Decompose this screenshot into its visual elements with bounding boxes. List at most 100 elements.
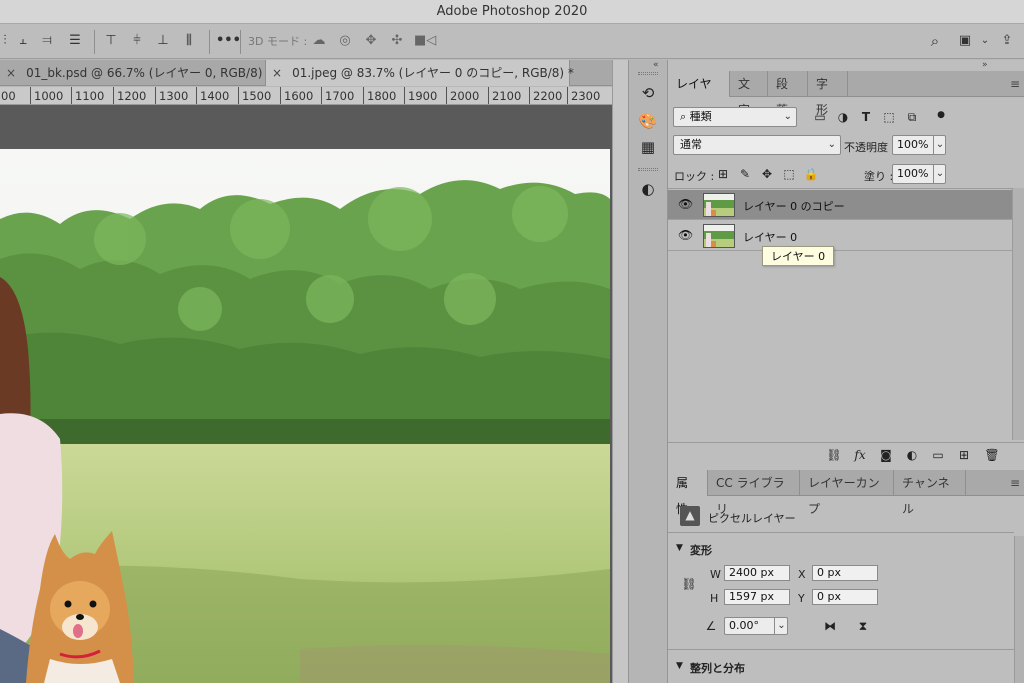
- opacity-label: 不透明度 :: [844, 141, 896, 154]
- grip-handle[interactable]: [638, 72, 658, 75]
- adjustment-layer-icon[interactable]: ◐: [904, 447, 920, 463]
- options-bar: ⫶ ⫠ ⫤ ☰ ⊤ ⫩ ⊥ ⫼ ••• 3D モード : ☁ ◎ ✥ ✣ ■◁ …: [0, 24, 1024, 59]
- filter-smart-object-icon[interactable]: ⧉: [903, 108, 921, 126]
- eye-icon[interactable]: 👁: [678, 197, 693, 211]
- tab-paragraph[interactable]: 段落: [768, 71, 808, 117]
- new-layer-icon[interactable]: ⊞: [956, 447, 972, 463]
- tab-cc-libraries[interactable]: CC ライブラリ: [708, 470, 800, 516]
- align-right-icon[interactable]: ⫤: [38, 32, 56, 50]
- more-options-icon[interactable]: •••: [216, 32, 241, 50]
- filter-pixel-icon[interactable]: ▭: [811, 108, 829, 126]
- chevron-down-icon[interactable]: ⌄: [976, 32, 994, 50]
- share-icon[interactable]: ⇪: [998, 32, 1016, 50]
- flip-horizontal-icon[interactable]: ⧓: [821, 617, 839, 635]
- align-hcenter-icon[interactable]: ⫠: [14, 32, 32, 50]
- slide-3d-icon[interactable]: ✣: [388, 32, 406, 50]
- trash-icon[interactable]: 🗑: [984, 447, 1000, 463]
- pan-3d-icon[interactable]: ✥: [362, 32, 380, 50]
- color-palette-icon[interactable]: 🎨: [637, 110, 659, 132]
- layer-row[interactable]: 👁 レイヤー 0 のコピー: [668, 190, 1012, 220]
- distribute-v-icon[interactable]: ⫼: [180, 32, 198, 50]
- roll-3d-icon[interactable]: ◎: [336, 32, 354, 50]
- properties-scrollbar[interactable]: [1014, 536, 1024, 683]
- chevron-down-icon: ⌄: [933, 136, 946, 154]
- workspace-icon[interactable]: ▣: [956, 32, 974, 50]
- ruler-tick: 1100: [71, 87, 104, 104]
- search-icon[interactable]: ⌕: [926, 32, 944, 50]
- tab-doc-01-bk[interactable]: × 01_bk.psd @ 66.7% (レイヤー 0, RGB/8) *: [0, 60, 272, 86]
- y-label: Y: [798, 592, 805, 605]
- filter-shape-icon[interactable]: ⬚: [880, 108, 898, 126]
- lock-all-icon[interactable]: 🔒: [802, 165, 820, 183]
- lock-artboard-icon[interactable]: ⬚: [780, 165, 798, 183]
- layer-row[interactable]: 👁 レイヤー 0: [668, 221, 1012, 251]
- mode-3d-label: 3D モード :: [248, 35, 308, 48]
- align-vcenter-icon[interactable]: ⫩: [128, 32, 146, 50]
- panel-menu-icon[interactable]: ≡: [1010, 476, 1020, 490]
- layers-scrollbar[interactable]: [1012, 188, 1024, 440]
- x-field[interactable]: 0 px: [812, 565, 878, 581]
- canvas-area[interactable]: [0, 105, 612, 683]
- lock-transparent-icon[interactable]: ⊞: [714, 165, 732, 183]
- tab-channels[interactable]: チャンネル: [894, 470, 966, 516]
- close-icon[interactable]: ×: [272, 66, 282, 80]
- angle-field[interactable]: 0.00° ⌄: [724, 617, 788, 635]
- flip-vertical-icon[interactable]: ⧗: [854, 617, 872, 635]
- add-mask-icon[interactable]: ◙: [878, 447, 894, 463]
- pixel-layer-icon: ▲: [680, 506, 700, 526]
- link-layers-icon[interactable]: ⛓: [826, 447, 842, 463]
- eye-icon[interactable]: 👁: [678, 228, 693, 242]
- orbit-3d-icon[interactable]: ☁: [310, 32, 328, 50]
- layer-tooltip: レイヤー 0: [762, 246, 835, 266]
- align-bottom-icon[interactable]: ⊥: [154, 32, 172, 50]
- y-field[interactable]: 0 px: [812, 589, 878, 605]
- grip-handle[interactable]: [638, 168, 658, 171]
- vertical-scrollbar[interactable]: [612, 60, 628, 683]
- close-icon[interactable]: ×: [6, 66, 16, 80]
- window-title-bar: Adobe Photoshop 2020: [0, 0, 1024, 24]
- group-folder-icon[interactable]: ▭: [930, 447, 946, 463]
- layer-name[interactable]: レイヤー 0 のコピー: [743, 198, 845, 214]
- tab-glyphs[interactable]: 字形: [808, 71, 848, 117]
- chevron-down-icon[interactable]: ▼: [676, 543, 683, 553]
- scale-3d-icon[interactable]: ■◁: [414, 32, 436, 50]
- width-field[interactable]: 2400 px: [724, 565, 790, 581]
- divider: [668, 188, 1012, 189]
- properties-panel-tabs: 属性 CC ライブラリ レイヤーカンプ チャンネル ≡: [668, 470, 1024, 516]
- tab-layer-comps[interactable]: レイヤーカンプ: [800, 470, 894, 516]
- chevron-down-icon[interactable]: ▼: [676, 661, 683, 671]
- angle-icon: ∠: [705, 619, 717, 633]
- link-proportions-icon[interactable]: ⛓: [680, 575, 698, 593]
- tab-doc-01-jpeg[interactable]: × 01.jpeg @ 83.7% (レイヤー 0 のコピー, RGB/8) *: [266, 60, 574, 86]
- photo-canvas[interactable]: [0, 149, 610, 683]
- fill-value: 100%: [897, 167, 929, 180]
- tab-layers[interactable]: レイヤー: [668, 71, 730, 117]
- align-left-icon[interactable]: ⫶: [0, 32, 14, 50]
- filter-type-icon[interactable]: T: [857, 108, 875, 126]
- fill-input[interactable]: 100% ⌄: [892, 164, 946, 184]
- swatches-icon[interactable]: ▦: [637, 136, 659, 158]
- layer-name[interactable]: レイヤー 0: [743, 229, 797, 245]
- angle-value: 0.00°: [729, 619, 759, 632]
- lock-position-icon[interactable]: ✥: [758, 165, 776, 183]
- opacity-input[interactable]: 100% ⌄: [892, 135, 946, 155]
- ruler-tick: 00: [0, 87, 16, 104]
- lock-brush-icon[interactable]: ✎: [736, 165, 754, 183]
- filter-adjustment-icon[interactable]: ◑: [834, 108, 852, 126]
- layer-filter-select[interactable]: ⌕ 種類 ⌄: [673, 107, 797, 127]
- tab-properties[interactable]: 属性: [668, 470, 708, 516]
- height-field[interactable]: 1597 px: [724, 589, 790, 605]
- align-top-icon[interactable]: ⊤: [102, 32, 120, 50]
- distribute-h-icon[interactable]: ☰: [66, 32, 84, 50]
- tab-character[interactable]: 文字: [730, 71, 768, 117]
- blend-mode-select[interactable]: 通常 ⌄: [673, 135, 841, 155]
- fx-icon[interactable]: fx: [852, 447, 868, 463]
- blend-mode-value: 通常: [680, 138, 702, 151]
- collapse-icon[interactable]: «: [653, 60, 659, 70]
- collapse-icon[interactable]: »: [982, 60, 988, 70]
- panel-menu-icon[interactable]: ≡: [1010, 77, 1020, 91]
- history-icon[interactable]: ⟲: [637, 82, 659, 104]
- ruler-tick: 2200: [529, 87, 562, 104]
- filter-toggle-icon[interactable]: ●: [932, 106, 950, 124]
- adjustments-icon[interactable]: ◐: [637, 178, 659, 200]
